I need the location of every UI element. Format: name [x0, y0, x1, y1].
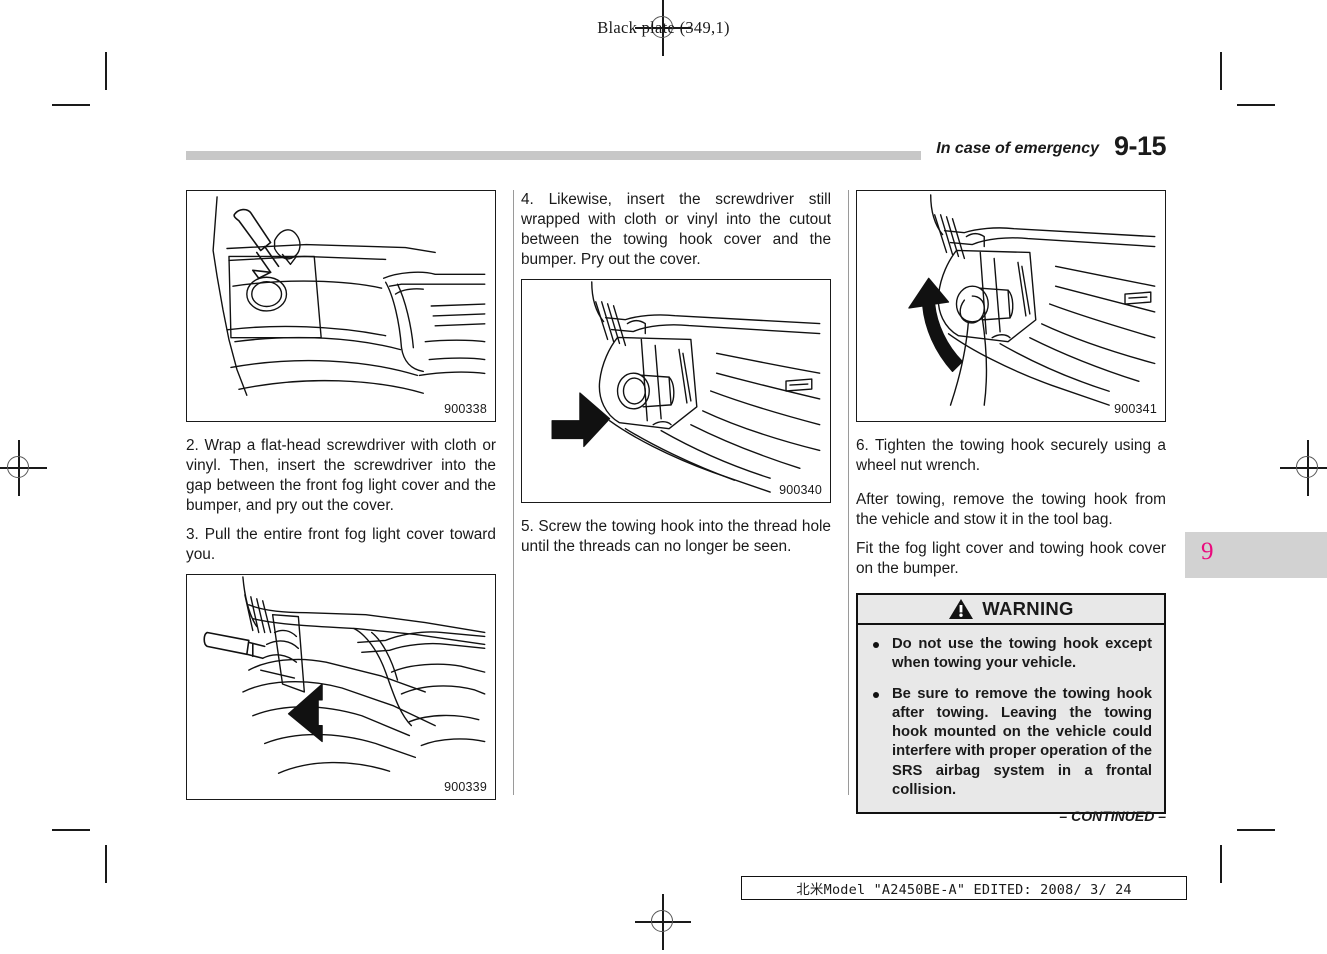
- footer-plate: 北米Model "A2450BE-A" EDITED: 2008/ 3/ 24: [741, 876, 1187, 900]
- paragraph-after-towing: After towing, remove the towing hook fro…: [856, 491, 1166, 529]
- chapter-title-bar: In case of emergency 9-15: [186, 131, 1167, 170]
- footer-plate-text: 北米Model "A2450BE-A" EDITED: 2008/ 3/ 24: [796, 882, 1132, 898]
- figure-id-900340: 900340: [778, 483, 823, 498]
- left-column: 900338 2. Wrap a flat-head screwdriver w…: [186, 190, 496, 814]
- crop-mark-bottom-right-vertical: [1220, 845, 1222, 883]
- paragraph-step-3: 3. Pull the entire front fog light cover…: [186, 526, 496, 564]
- paragraph-step-6: 6. Tighten the towing hook securely usin…: [856, 437, 1166, 475]
- figure-id-900341: 900341: [1113, 402, 1158, 416]
- column-divider-1: [513, 190, 514, 795]
- registration-mark-right: [1280, 440, 1327, 496]
- crop-mark-bottom-left-vertical: [105, 845, 107, 883]
- warning-body: Do not use the towing hook except when t…: [856, 625, 1166, 814]
- crop-mark-top-left-vertical: [105, 52, 107, 90]
- paragraph-fit-covers: Fit the fog light cover and towing hook …: [856, 540, 1166, 578]
- figure-id-900338: 900338: [443, 402, 488, 416]
- crop-mark-top-left-horizontal: [52, 104, 90, 106]
- figure-fog-light-pull: 900339: [186, 574, 496, 801]
- figure-towing-hook-tighten: 900341: [856, 190, 1166, 422]
- chapter-thumb-tab-number: 9: [1201, 538, 1214, 565]
- paragraph-step-2: 2. Wrap a flat-head screwdriver with clo…: [186, 437, 496, 515]
- warning-label: WARNING: [982, 598, 1074, 620]
- registration-mark-left: [0, 440, 47, 496]
- chapter-thumb-tab: 9: [1185, 532, 1327, 578]
- figure-id-900339: 900339: [443, 780, 488, 795]
- chapter-title: In case of emergency: [936, 140, 1099, 157]
- right-column: 900341 6. Tighten the towing hook secure…: [856, 190, 1166, 814]
- column-divider-2: [848, 190, 849, 795]
- warning-bullet-2: Be sure to remove the towing hook after …: [870, 685, 1152, 800]
- page-number: 9-15: [1113, 131, 1167, 161]
- crop-mark-bottom-right-horizontal: [1237, 829, 1275, 831]
- warning-triangle-icon: [949, 599, 974, 620]
- warning-bullet-1: Do not use the towing hook except when t…: [870, 635, 1152, 673]
- warning-header: WARNING: [856, 593, 1166, 626]
- title-rule: [186, 151, 921, 160]
- registration-mark-bottom: [635, 894, 691, 950]
- crop-mark-top-right-horizontal: [1237, 104, 1275, 106]
- warning-box: WARNING Do not use the towing hook excep…: [856, 593, 1166, 814]
- continued-note: – CONTINUED –: [1059, 808, 1166, 824]
- figure-towing-hook-hole: 900340: [521, 279, 831, 504]
- paragraph-step-4: 4. Likewise, insert the screwdriver stil…: [521, 191, 831, 269]
- figure-fog-light-screwdriver: 900338: [186, 190, 496, 422]
- crop-mark-top-right-vertical: [1220, 52, 1222, 90]
- crop-mark-bottom-left-horizontal: [52, 829, 90, 831]
- middle-column: 4. Likewise, insert the screwdriver stil…: [521, 190, 831, 557]
- page-header-plate-note: Black plate (349,1): [597, 18, 730, 37]
- paragraph-step-5: 5. Screw the towing hook into the thread…: [521, 518, 831, 556]
